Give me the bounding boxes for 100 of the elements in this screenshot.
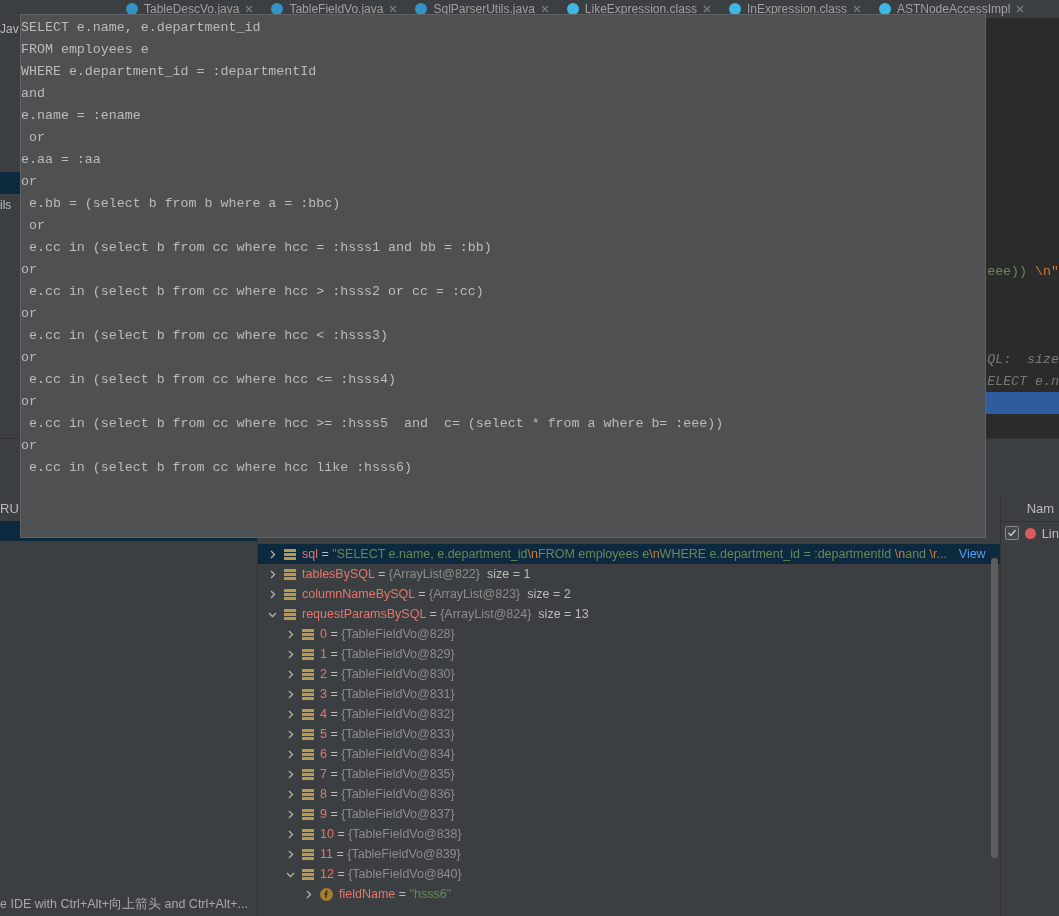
variable-row[interactable]: 6 = {TableFieldVo@834} [258,744,1000,764]
code-line: e.cc in (select b from cc where hcc > :hsss2 or cc = :cc) [27,283,485,301]
file-type-icon [728,3,741,15]
variable-text: 4 = {TableFieldVo@832} [320,707,456,721]
close-icon[interactable] [852,5,861,13]
list-icon [302,628,314,640]
code-line: ELECT e.n [987,373,1059,389]
close-icon[interactable] [389,5,398,13]
code-line: or [21,437,38,455]
variable-row[interactable]: 1 = {TableFieldVo@829} [258,644,1000,664]
code-line: or [21,349,38,367]
variable-text: 5 = {TableFieldVo@833} [320,727,456,741]
tree-item[interactable]: Jav [0,18,20,40]
code-line: or [21,305,38,323]
variable-row[interactable]: 4 = {TableFieldVo@832} [258,704,1000,724]
variable-text: columnNameBySQL = {ArrayList@823} size = 2 [302,587,572,601]
code-line: e.aa = :aa [21,151,102,169]
list-icon [302,668,314,680]
variable-text: 2 = {TableFieldVo@830} [320,667,456,681]
file-tab[interactable]: TableDescVo.java [120,0,260,18]
variable-text: 9 = {TableFieldVo@837} [320,807,456,821]
variable-row[interactable]: 7 = {TableFieldVo@835} [258,764,1000,784]
code-line: eee)) \n" [987,263,1059,279]
code-line: SELECT e.name, e.department_id [21,19,262,37]
code-line: e.cc in (select b from cc where hcc >= :hsss5 and c= (select * from a where b= :eee)) [27,415,725,433]
variable-text: 7 = {TableFieldVo@835} [320,767,456,781]
column-header: Nam [1000,496,1059,522]
field-icon [320,887,333,901]
variable-text: 10 = {TableFieldVo@838} [320,827,463,841]
file-type-icon [271,3,284,15]
variable-text: 6 = {TableFieldVo@834} [320,747,456,761]
variable-row[interactable]: 9 = {TableFieldVo@837} [258,804,1000,824]
code-line: WHERE e.department_id = :departmentId [21,63,318,81]
checkbox[interactable] [1004,526,1019,540]
list-icon [302,768,314,780]
file-type-icon [878,3,891,15]
variable-row[interactable]: 12 = {TableFieldVo@840} [258,864,1000,884]
code-line: or [21,261,38,279]
list-icon [284,548,296,560]
variable-text: requestParamsBySQL = {ArrayList@824} size = 13 [302,607,590,621]
list-icon [284,588,296,600]
variable-text: 8 = {TableFieldVo@836} [320,787,456,801]
close-icon[interactable] [1016,5,1025,13]
scrollbar[interactable] [990,558,998,858]
variable-row[interactable]: 0 = {TableFieldVo@828} [258,624,1000,644]
list-icon [302,648,314,660]
list-icon [284,608,296,620]
close-icon[interactable] [540,5,549,13]
variable-row[interactable]: 2 = {TableFieldVo@830} [258,664,1000,684]
variable-text: 12 = {TableFieldVo@840} [320,867,463,881]
code-line: and [21,85,46,103]
view-link[interactable]: View [958,547,986,561]
list-icon [302,688,314,700]
close-icon[interactable] [702,5,711,13]
file-tab[interactable]: LikeExpression.class [560,0,717,18]
variable-text: 0 = {TableFieldVo@828} [320,627,456,641]
breakpoint-label: Lin [1041,525,1059,541]
list-icon [302,808,314,820]
code-line: e.bb = (select b from b where a = :bbc) [27,195,342,213]
file-tab[interactable]: ASTNodeAccessImpl [872,0,1031,18]
notification-text: e IDE with Ctrl+Alt+向上箭头 and Ctrl+Alt+... [0,895,248,913]
variable-row[interactable]: fieldName = "hsss6" [258,884,1000,904]
variable-row[interactable]: tablesBySQL = {ArrayList@822} size = 1 [258,564,1000,584]
variable-row[interactable]: 11 = {TableFieldVo@839} [258,844,1000,864]
variable-row[interactable]: 8 = {TableFieldVo@836} [258,784,1000,804]
code-line: or [21,393,38,411]
code-line: e.cc in (select b from cc where hcc = :hsss1 and bb = :bb) [27,239,493,257]
code-line: e.cc in (select b from cc where hcc < :hsss3) [27,327,390,345]
variable-text: 11 = {TableFieldVo@839} [320,847,462,861]
list-icon [302,708,314,720]
list-icon [302,848,314,860]
file-tab[interactable]: SqlParserUtils.java [409,0,555,18]
variable-row[interactable]: 3 = {TableFieldVo@831} [258,684,1000,704]
variable-text: 1 = {TableFieldVo@829} [320,647,456,661]
code-line: e.cc in (select b from cc where hcc <= :hsss4) [27,371,398,389]
list-icon [302,868,314,880]
code-line: e.cc in (select b from cc where hcc like :hsss6) [27,459,413,477]
variable-row[interactable]: 5 = {TableFieldVo@833} [258,724,1000,744]
list-icon [302,828,314,840]
variable-row[interactable]: requestParamsBySQL = {ArrayList@824} size = 13 [258,604,1000,624]
file-type-icon [126,3,138,15]
variable-row[interactable]: columnNameBySQL = {ArrayList@823} size = 2 [258,584,1000,604]
list-icon [302,728,314,740]
variable-row[interactable]: sql = "SELECT e.name, e.department_id\nFROM employees e\nWHERE e.department_id = :departmentId \nand \r... View [258,544,1000,564]
file-type-icon [415,3,428,15]
code-line: FROM employees e [21,41,150,59]
variable-text: tablesBySQL = {ArrayList@822} size = 1 [302,567,532,581]
file-tab[interactable]: TableFieldVo.java [265,0,404,18]
panel-header: RU [0,500,19,518]
tree-item[interactable]: ils [0,194,20,216]
code-line: QL: size [987,351,1059,367]
list-icon [302,748,314,760]
file-tab[interactable]: InExpression.class [722,0,867,18]
file-type-icon [566,3,579,15]
close-icon[interactable] [245,5,254,13]
variable-text: 3 = {TableFieldVo@831} [320,687,456,701]
variable-text: fieldName = "hsss6" [339,887,453,901]
code-line: e.name = :ename [21,107,142,125]
variable-row[interactable]: 10 = {TableFieldVo@838} [258,824,1000,844]
code-line: or [27,217,46,235]
